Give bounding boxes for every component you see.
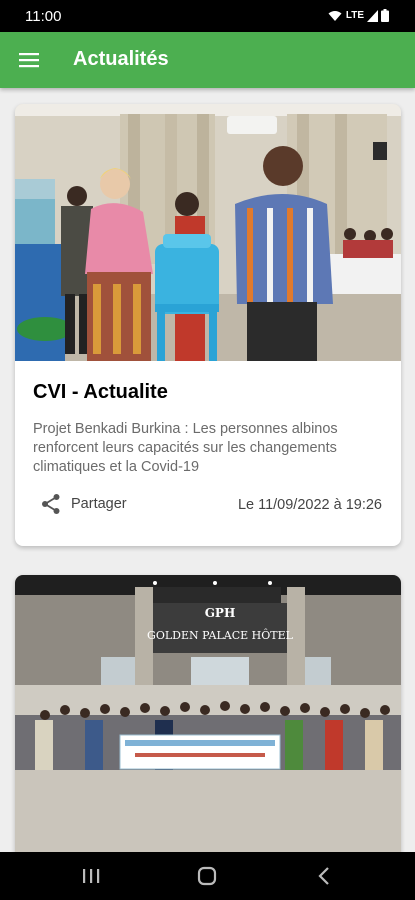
share-button[interactable]: Partager — [41, 493, 127, 515]
status-time: 11:00 — [25, 8, 62, 25]
signal-icon — [367, 9, 378, 22]
news-feed[interactable]: CVI - Actualite Projet Benkadi Burkina :… — [0, 88, 415, 852]
back-icon — [318, 867, 329, 885]
share-icon — [42, 494, 60, 514]
battery-icon — [381, 9, 389, 22]
news-card-image — [15, 104, 401, 361]
app-bar: Actualités — [0, 32, 415, 88]
news-card[interactable]: GPH GOLDEN PALACE HÔTEL — [15, 575, 401, 852]
news-card[interactable]: CVI - Actualite Projet Benkadi Burkina :… — [15, 104, 401, 546]
page-title: Actualités — [73, 48, 169, 70]
share-label: Partager — [71, 496, 127, 512]
status-bar: 11:00 LTE — [0, 0, 415, 32]
recent-apps-button[interactable] — [77, 864, 105, 888]
system-nav-bar — [0, 852, 415, 900]
news-card-title: CVI - Actualite — [33, 381, 168, 403]
hamburger-menu-icon — [19, 53, 39, 68]
network-type-label: LTE — [345, 10, 364, 21]
back-button[interactable] — [310, 864, 338, 888]
news-card-date: Le 11/09/2022 à 19:26 — [237, 497, 382, 513]
news-card-description: Projet Benkadi Burkina : Les personnes a… — [33, 421, 338, 475]
wifi-icon — [328, 10, 342, 21]
recent-apps-icon — [83, 869, 100, 883]
news-card-footer: Partager Le 11/09/2022 à 19:26 — [15, 490, 401, 520]
news-card-image: GPH GOLDEN PALACE HÔTEL — [15, 575, 401, 852]
home-button[interactable] — [193, 864, 221, 888]
status-icons: LTE — [328, 9, 389, 22]
menu-button[interactable] — [14, 46, 44, 74]
hotel-sign-text: GOLDEN PALACE HÔTEL — [147, 628, 294, 642]
home-icon — [197, 866, 217, 886]
hotel-sign-logo: GPH — [205, 606, 236, 620]
